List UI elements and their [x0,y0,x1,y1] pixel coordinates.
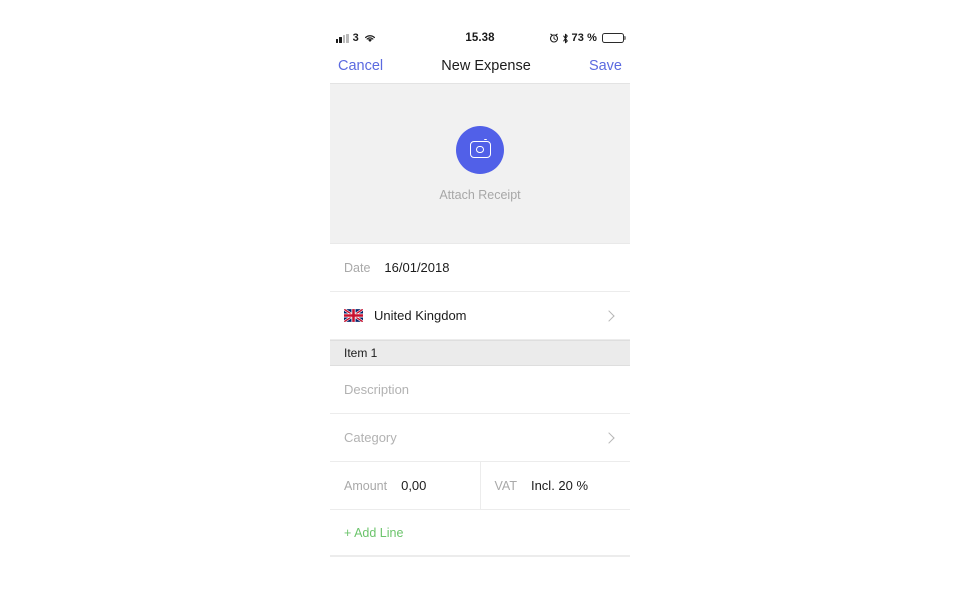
status-bar-right: 73 % [495,32,624,44]
item-section-header: Item 1 [330,340,630,366]
description-input[interactable]: Description [344,382,409,397]
cellular-signal-icon [336,33,349,43]
amount-label: Amount [344,478,388,493]
status-bar-left: 3 [336,32,465,44]
date-label: Date [344,260,371,275]
alarm-clock-icon [549,33,559,43]
phone-screen: 3 15.38 73 % Cancel New Expense Save Att… [330,28,630,560]
save-button[interactable]: Save [589,58,622,74]
wifi-icon [364,33,376,43]
vat-value[interactable]: Incl. 20 % [531,478,588,493]
amount-cell[interactable]: Amount 0,00 [330,462,480,509]
chevron-right-icon [603,309,615,322]
country-value: United Kingdom [374,308,467,323]
country-row[interactable]: United Kingdom [330,292,630,340]
camera-icon [469,138,491,158]
add-line-button[interactable]: + Add Line [330,510,630,556]
attach-receipt-zone[interactable]: Attach Receipt [330,84,630,244]
category-row[interactable]: Category [330,414,630,462]
bluetooth-icon [562,33,569,44]
vat-cell[interactable]: VAT Incl. 20 % [479,462,631,509]
vat-label: VAT [494,478,517,493]
category-value[interactable]: Category [344,430,605,445]
description-row[interactable]: Description [330,366,630,414]
amount-value[interactable]: 0,00 [401,478,426,493]
chevron-right-icon [603,431,615,444]
camera-button[interactable] [456,125,504,174]
battery-icon [602,32,624,44]
date-row[interactable]: Date 16/01/2018 [330,244,630,292]
navigation-bar: Cancel New Expense Save [330,48,630,84]
status-bar: 3 15.38 73 % [330,28,630,48]
date-value[interactable]: 16/01/2018 [384,260,449,275]
amount-vat-row: Amount 0,00 VAT Incl. 20 % [330,462,630,510]
cancel-button[interactable]: Cancel [338,58,383,74]
battery-percent-label: 73 % [571,32,597,44]
bottom-divider [330,556,630,557]
page-title: New Expense [441,57,531,74]
attach-receipt-label: Attach Receipt [439,187,521,202]
united-kingdom-flag-icon [344,309,363,322]
carrier-label: 3 [352,32,359,44]
status-bar-time: 15.38 [465,32,495,44]
